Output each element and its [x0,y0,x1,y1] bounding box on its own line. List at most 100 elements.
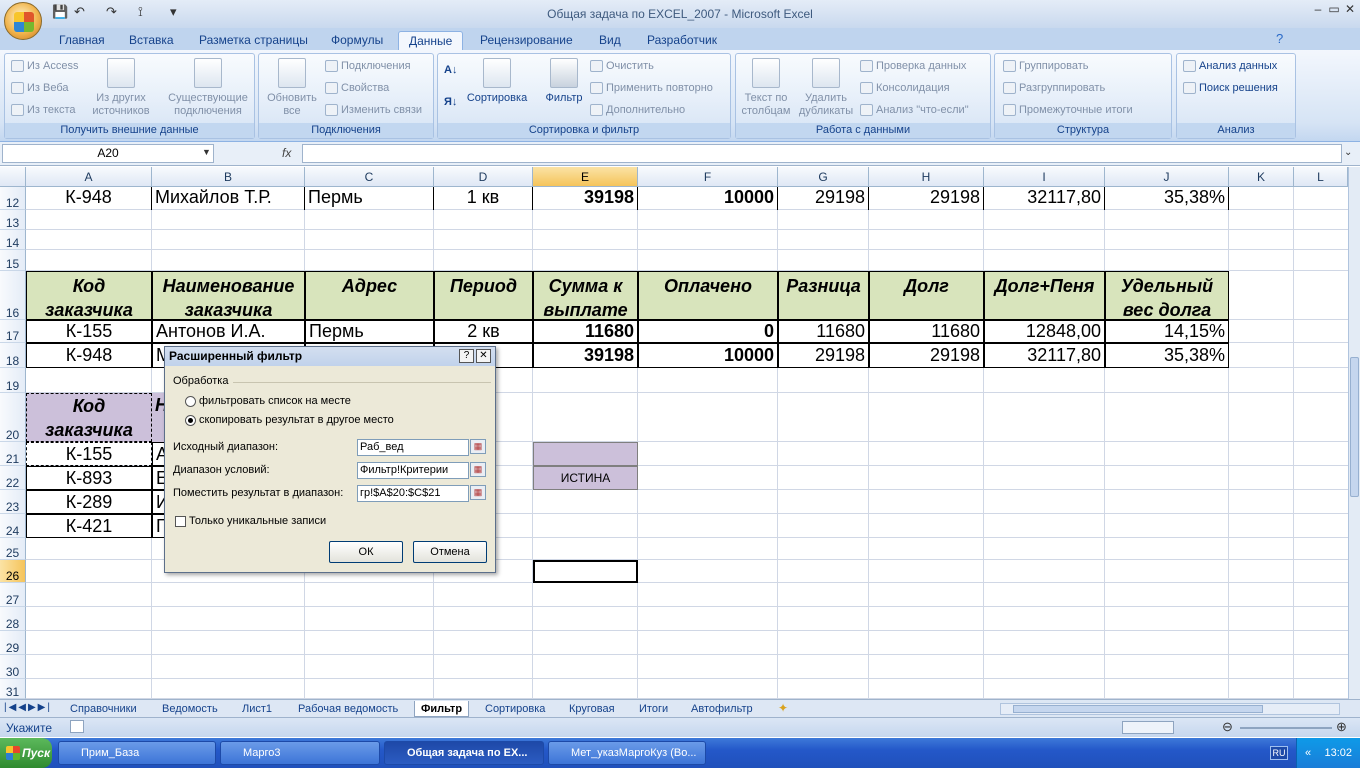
what-if-button[interactable]: Анализ "что-если" [860,104,969,117]
table-cell[interactable]: К-155 [26,320,152,343]
existing-connections-button[interactable]: Существующие подключения [165,58,251,118]
macro-record-icon[interactable] [70,720,84,733]
tab-view[interactable]: Вид [589,31,631,50]
criteria-range-input[interactable]: Фильтр!Критерии [357,462,469,479]
column-header-h[interactable]: H [869,167,984,187]
row-header-17[interactable]: 17 [0,320,26,343]
properties-button[interactable]: Свойства [325,82,389,95]
destination-range-input[interactable]: гр!$A$20:$C$21 [357,485,469,502]
table-cell[interactable]: 11680 [778,320,869,343]
zoom-in-icon[interactable]: ⊕ [1336,719,1347,735]
vertical-scroll-thumb[interactable] [1350,357,1359,497]
undo-icon[interactable]: ↶ [74,4,85,22]
dialog-help-button[interactable]: ? [459,349,474,363]
row-header-18[interactable]: 18 [0,343,26,368]
sheet-tab-totals[interactable]: Итоги [633,701,674,717]
radio-copy-to-location[interactable]: скопировать результат в другое место [185,414,394,426]
table-cell[interactable]: 10000 [638,187,778,210]
data-analysis-button[interactable]: Анализ данных [1183,60,1277,73]
reapply-button[interactable]: Применить повторно [590,82,713,95]
header-cell[interactable]: Разница [778,271,869,320]
column-header-b[interactable]: B [152,167,305,187]
taskbar-item[interactable]: Мет_указМаргоКуз (Во... [548,741,706,765]
clear-filter-button[interactable]: Очистить [590,60,654,73]
tab-review[interactable]: Рецензирование [470,31,583,50]
row-header-14[interactable]: 14 [0,230,26,250]
select-all-corner[interactable] [0,167,26,187]
dialog-title[interactable]: Расширенный фильтр [165,347,495,366]
ungroup-button[interactable]: Разгруппировать [1003,82,1105,95]
sheet-tab-filter[interactable]: Фильтр [414,701,470,717]
header-cell[interactable]: Адрес [305,271,434,320]
sort-za-icon[interactable]: Я↓ [444,96,457,108]
row-header-24[interactable]: 24 [0,514,26,538]
zoom-out-icon[interactable]: ⊖ [1222,719,1233,735]
header-cell[interactable]: Удельный вес долга [1105,271,1229,320]
data-validation-button[interactable]: Проверка данных [860,60,966,73]
table-cell[interactable]: 35,38% [1105,343,1229,368]
zoom-slider[interactable] [1240,727,1332,729]
radio-filter-in-place[interactable]: фильтровать список на месте [185,395,351,407]
consolidate-button[interactable]: Консолидация [860,82,950,95]
solver-button[interactable]: Поиск решения [1183,82,1278,95]
row-header-20[interactable]: 20 [0,393,26,442]
row-header-21[interactable]: 21 [0,442,26,466]
criteria-value-cell[interactable]: ИСТИНА [533,466,638,490]
table-cell[interactable]: 0 [638,320,778,343]
edit-links-button[interactable]: Изменить связи [325,104,422,117]
language-indicator[interactable]: RU [1270,746,1288,760]
criteria-header-cell[interactable] [533,442,638,466]
filter-button[interactable]: Фильтр [536,58,592,105]
header-cell[interactable]: Наименование заказчика [152,271,305,320]
table-cell[interactable]: К-421 [26,514,152,538]
horizontal-scroll-thumb[interactable] [1013,705,1263,713]
row-header-13[interactable]: 13 [0,210,26,230]
row-header-31[interactable]: 31 [0,679,26,699]
row-header-25[interactable]: 25 [0,538,26,560]
row-header-29[interactable]: 29 [0,631,26,655]
tab-data[interactable]: Данные [398,31,464,50]
from-text-button[interactable]: Из текста [11,104,76,117]
header-cell[interactable]: Период [434,271,533,320]
taskbar-item-active[interactable]: Общая задача по EX... [384,741,544,765]
header-cell[interactable]: Код заказчика [26,393,152,442]
table-cell[interactable]: 29198 [869,187,984,210]
tab-page-layout[interactable]: Разметка страницы [189,31,318,50]
table-cell[interactable]: 29198 [778,343,869,368]
sheet-tab-sort[interactable]: Сортировка [479,701,551,717]
table-cell[interactable]: Пермь [305,320,434,343]
sheet-nav-arrows-icon[interactable]: |◀◀▶▶| [4,702,52,713]
office-button[interactable] [4,2,42,40]
tray-expand-icon[interactable]: « [1305,738,1311,768]
subtotal-button[interactable]: Промежуточные итоги [1003,104,1133,117]
table-cell[interactable]: Михайлов Т.Р. [152,187,305,210]
connections-button[interactable]: Подключения [325,60,411,73]
sort-button[interactable]: Сортировка [464,58,530,105]
active-cell[interactable] [533,560,638,583]
tree-icon[interactable]: ⟟ [138,4,143,22]
range-picker-icon[interactable]: ▦ [470,485,486,500]
row-header-12[interactable]: 12 [0,187,26,210]
sheet-tab-statement[interactable]: Ведомость [156,701,224,717]
table-cell[interactable]: К-948 [26,343,152,368]
radio-button[interactable] [185,395,196,407]
table-cell[interactable]: Пермь [305,187,434,210]
row-header-15[interactable]: 15 [0,250,26,271]
taskbar-item[interactable]: Прим_База [58,741,216,765]
column-header-k[interactable]: K [1229,167,1294,187]
checkbox[interactable] [175,515,186,527]
table-cell[interactable]: 39198 [533,343,638,368]
remove-duplicates-button[interactable]: Удалить дубликаты [796,58,856,118]
save-icon[interactable]: 💾 [52,4,68,22]
horizontal-scrollbar[interactable] [1000,703,1340,715]
column-header-c[interactable]: C [305,167,434,187]
column-header-i[interactable]: I [984,167,1105,187]
table-cell[interactable]: 10000 [638,343,778,368]
sheet-tab-autofilter[interactable]: Автофильтр [685,701,759,717]
header-cell[interactable]: Код заказчика [26,271,152,320]
sheet-tab-sheet1[interactable]: Лист1 [236,701,278,717]
insert-sheet-icon[interactable]: ✦ [778,701,788,715]
from-web-button[interactable]: Из Веба [11,82,69,95]
column-header-g[interactable]: G [778,167,869,187]
row-header-19[interactable]: 19 [0,368,26,393]
